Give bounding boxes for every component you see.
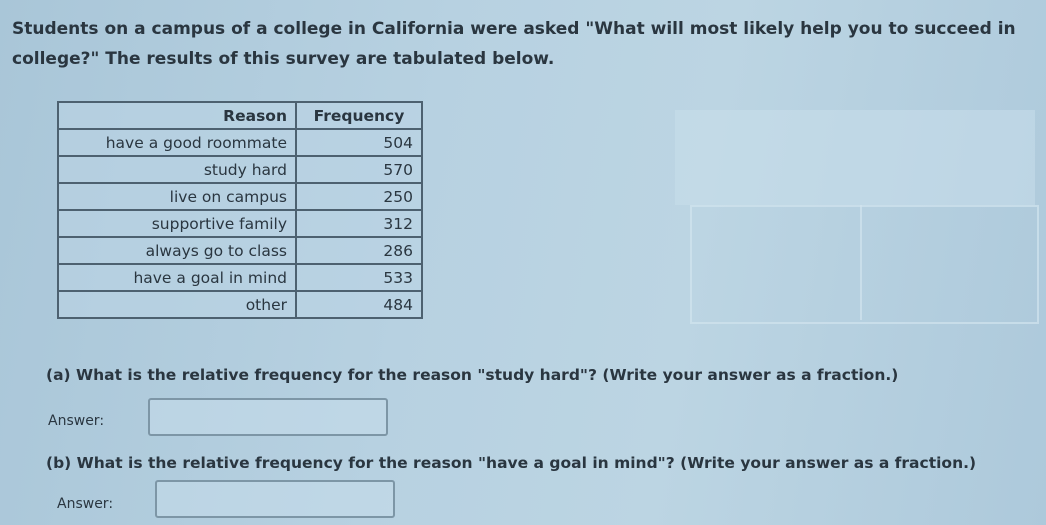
reason-cell: other: [57, 290, 297, 319]
answer-a-label: Answer:: [48, 413, 105, 429]
frequency-cell: 504: [295, 128, 423, 157]
answer-b-input[interactable]: [155, 480, 395, 518]
problem-intro: Students on a campus of a college in Cal…: [12, 19, 1016, 69]
column-header-reason: Reason: [57, 101, 297, 130]
frequency-cell: 484: [295, 290, 423, 319]
table-row: have a good roommate 504: [57, 128, 423, 157]
table-header-row: Reason Frequency: [57, 101, 423, 130]
table-row: always go to class 286: [57, 236, 423, 265]
reason-cell: always go to class: [57, 236, 297, 265]
reason-cell: live on campus: [57, 182, 297, 211]
frequency-cell: 250: [295, 182, 423, 211]
survey-table: Reason Frequency have a good roommate 50…: [57, 101, 423, 319]
question-b: (b) What is the relative frequency for t…: [46, 454, 977, 472]
screen-glare: [690, 205, 1039, 324]
question-a: (a) What is the relative frequency for t…: [46, 366, 899, 384]
screen-glare: [860, 205, 862, 320]
frequency-cell: 286: [295, 236, 423, 265]
reason-cell: supportive family: [57, 209, 297, 238]
column-header-frequency: Frequency: [295, 101, 423, 130]
answer-a-input[interactable]: [148, 398, 388, 436]
table-row: have a goal in mind 533: [57, 263, 423, 292]
table-row: study hard 570: [57, 155, 423, 184]
table-row: other 484: [57, 290, 423, 319]
frequency-cell: 312: [295, 209, 423, 238]
table-row: live on campus 250: [57, 182, 423, 211]
frequency-cell: 570: [295, 155, 423, 184]
reason-cell: have a goal in mind: [57, 263, 297, 292]
answer-b-label: Answer:: [57, 496, 114, 512]
table-row: supportive family 312: [57, 209, 423, 238]
screen-glare: [675, 110, 1035, 205]
reason-cell: have a good roommate: [57, 128, 297, 157]
frequency-cell: 533: [295, 263, 423, 292]
reason-cell: study hard: [57, 155, 297, 184]
